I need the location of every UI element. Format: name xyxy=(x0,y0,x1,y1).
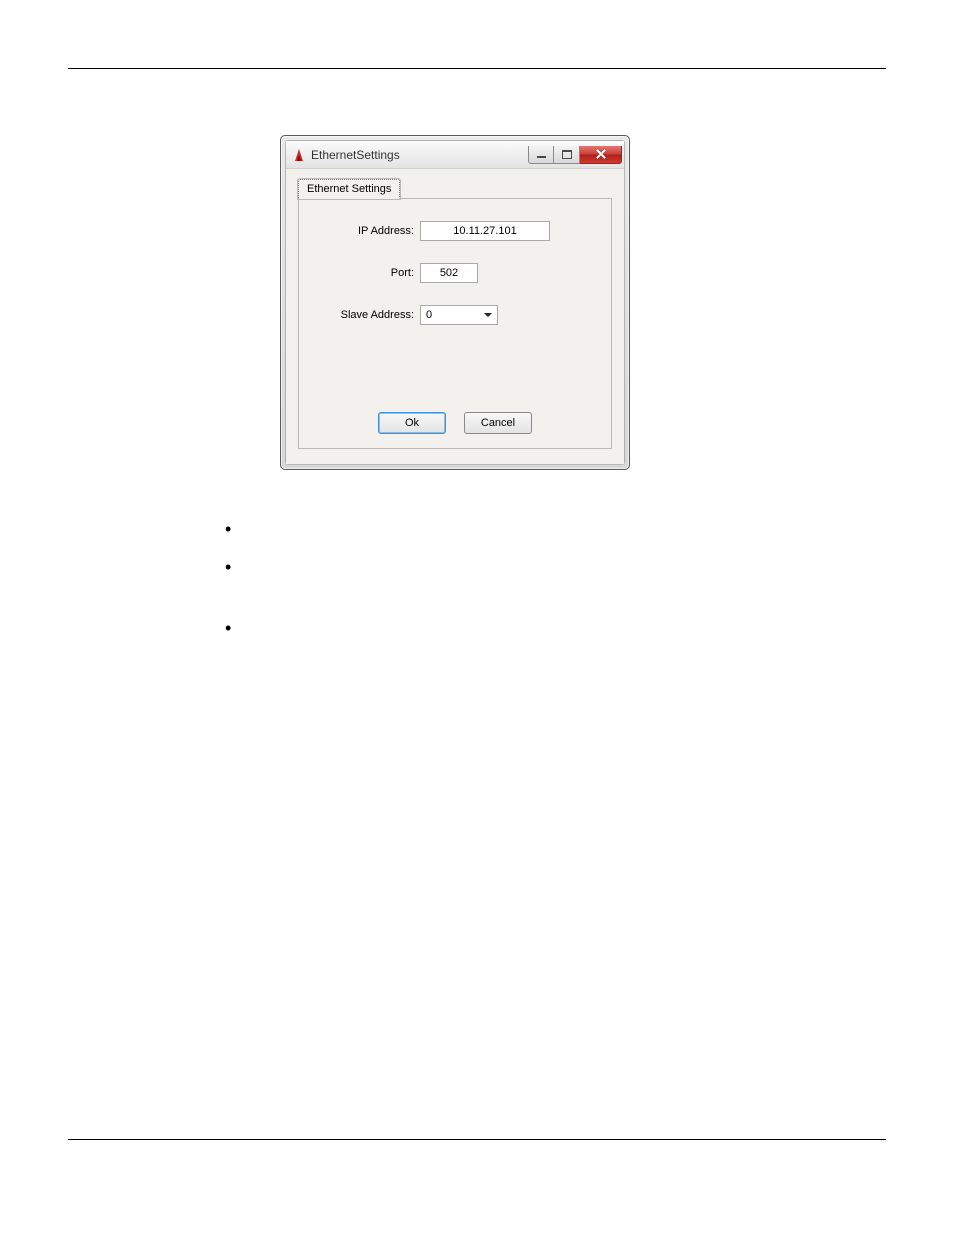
maximize-icon xyxy=(562,150,572,159)
slave-address-value: 0 xyxy=(421,309,484,321)
minimize-button[interactable] xyxy=(528,146,554,164)
maximize-button[interactable] xyxy=(554,146,580,164)
bullet-1 xyxy=(225,520,814,536)
close-button[interactable] xyxy=(580,146,622,164)
slave-address-dropdown[interactable]: 0 xyxy=(420,305,498,325)
row-slave-address: Slave Address: 0 xyxy=(319,305,591,325)
close-icon xyxy=(595,148,607,160)
minimize-icon xyxy=(537,156,546,158)
bullet-2 xyxy=(225,558,814,574)
footer-rule xyxy=(68,1139,886,1140)
document-page: EthernetSettings Ethernet Settings xyxy=(0,0,954,1235)
row-port: Port: xyxy=(319,263,591,283)
bullet-3 xyxy=(225,619,814,635)
window-title: EthernetSettings xyxy=(311,148,528,162)
title-bar[interactable]: EthernetSettings xyxy=(286,141,624,169)
row-ip-address: IP Address: xyxy=(319,221,591,241)
dialog-body: Ethernet Settings IP Address: Port: Slav… xyxy=(286,169,624,464)
header-rule xyxy=(68,68,886,69)
tab-ethernet-settings[interactable]: Ethernet Settings xyxy=(298,179,400,199)
label-slave-address: Slave Address: xyxy=(319,309,420,321)
ip-address-input[interactable] xyxy=(420,221,550,241)
dialog-buttons: Ok Cancel xyxy=(299,412,611,434)
bullet-list xyxy=(225,520,814,635)
port-input[interactable] xyxy=(420,263,478,283)
dialog-frame: EthernetSettings Ethernet Settings xyxy=(285,140,625,465)
ethernet-settings-dialog: EthernetSettings Ethernet Settings xyxy=(280,135,630,470)
label-port: Port: xyxy=(319,267,420,279)
tab-page: IP Address: Port: Slave Address: 0 xyxy=(298,198,612,449)
label-ip-address: IP Address: xyxy=(319,225,420,237)
app-icon xyxy=(292,148,306,162)
cancel-button[interactable]: Cancel xyxy=(464,412,532,434)
chevron-down-icon xyxy=(484,313,492,317)
tab-control: Ethernet Settings IP Address: Port: Slav… xyxy=(298,179,612,452)
window-controls xyxy=(528,146,622,164)
ok-button[interactable]: Ok xyxy=(378,412,446,434)
